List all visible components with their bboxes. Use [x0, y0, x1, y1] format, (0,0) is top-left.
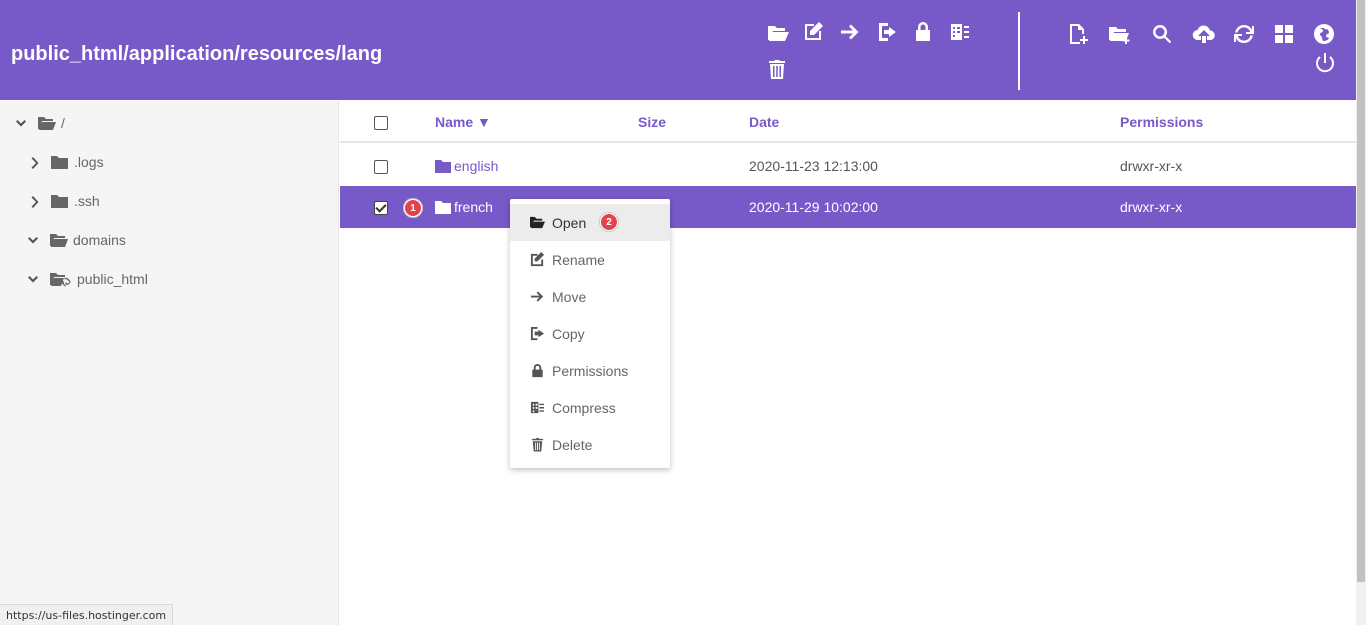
lock-icon[interactable]	[909, 18, 937, 46]
compress-icon[interactable]	[946, 18, 974, 46]
search-icon[interactable]	[1148, 20, 1176, 48]
row-name-label: french	[454, 199, 493, 215]
row-name-label: english	[454, 158, 499, 174]
folder-icon	[50, 153, 70, 171]
chevron-down-icon[interactable]	[15, 117, 27, 129]
grid-icon[interactable]	[1270, 20, 1298, 48]
current-path-title: public_html/application/resources/lang	[11, 43, 383, 65]
file-list: Name ▼ Size Date Permissions english 202…	[340, 101, 1356, 625]
context-menu-label: Rename	[552, 251, 605, 268]
folder-link-icon	[49, 270, 73, 288]
vertical-scrollbar[interactable]	[1356, 0, 1366, 625]
select-all-checkbox[interactable]	[374, 116, 388, 130]
context-menu-label: Open	[552, 214, 587, 231]
scrollbar-thumb[interactable]	[1357, 0, 1365, 582]
trash-icon[interactable]	[763, 55, 791, 83]
tree-item-label: /	[61, 115, 65, 131]
trash-icon	[529, 437, 545, 453]
row-name-cell[interactable]: english	[435, 158, 498, 174]
row-permissions: drwxr-xr-x	[1120, 199, 1183, 215]
tree-item-domains[interactable]: domains	[27, 229, 126, 251]
copy-icon[interactable]	[873, 18, 901, 46]
upload-icon[interactable]	[1190, 20, 1218, 48]
tree-item-label: .logs	[74, 154, 104, 170]
file-manager-app: public_html/application/resources/lang /…	[0, 0, 1366, 625]
table-row[interactable]: english 2020-11-23 12:13:00 drwxr-xr-x	[340, 145, 1356, 187]
folder-open-icon	[529, 215, 545, 231]
chevron-right-icon[interactable]	[28, 156, 40, 169]
context-menu-compress[interactable]: Compress	[510, 389, 670, 426]
tree-item-label: .ssh	[74, 193, 100, 209]
row-date: 2020-11-29 10:02:00	[749, 199, 878, 215]
folder-open-icon	[49, 231, 69, 249]
folder-tree-sidebar: / .logs .ssh domains public_html	[0, 101, 339, 625]
refresh-icon[interactable]	[1230, 20, 1258, 48]
folder-icon	[435, 160, 451, 173]
open-folder-icon[interactable]	[764, 18, 792, 46]
edit-icon	[529, 252, 545, 268]
new-file-icon[interactable]	[1064, 20, 1092, 48]
tree-item-public-html[interactable]: public_html	[27, 268, 148, 290]
row-name-cell[interactable]: french	[435, 199, 493, 215]
tree-item-label: public_html	[77, 271, 148, 287]
column-header-date[interactable]: Date	[749, 114, 779, 130]
toolbar-divider	[1018, 12, 1020, 90]
folder-icon	[435, 201, 451, 214]
row-checkbox[interactable]	[374, 160, 388, 174]
step-badge-2: 2	[600, 213, 618, 231]
tree-item-root[interactable]: /	[15, 112, 65, 134]
row-permissions: drwxr-xr-x	[1120, 158, 1183, 174]
chevron-right-icon[interactable]	[28, 195, 40, 208]
context-menu-label: Copy	[552, 325, 585, 342]
copy-icon	[529, 326, 545, 342]
column-header-permissions[interactable]: Permissions	[1120, 114, 1203, 130]
context-menu-delete[interactable]: Delete	[510, 426, 670, 463]
context-menu: Open 2 Rename Move Copy Permissions Comp…	[510, 199, 670, 468]
power-icon[interactable]	[1311, 49, 1339, 77]
context-menu-rename[interactable]: Rename	[510, 241, 670, 278]
chevron-down-icon[interactable]	[27, 273, 39, 285]
context-menu-move[interactable]: Move	[510, 278, 670, 315]
table-row-selected[interactable]: 1 french 2020-11-29 10:02:00 drwxr-xr-x	[340, 186, 1356, 228]
context-menu-label: Delete	[552, 436, 593, 453]
header-bar: public_html/application/resources/lang	[0, 0, 1356, 100]
status-url-tooltip: https://us-files.hostinger.com	[0, 604, 174, 625]
column-header-name[interactable]: Name ▼	[435, 114, 491, 130]
context-menu-permissions[interactable]: Permissions	[510, 352, 670, 389]
tree-item-logs[interactable]: .logs	[28, 151, 104, 173]
edit-icon[interactable]	[799, 18, 827, 46]
column-header-size[interactable]: Size	[638, 114, 666, 130]
arrow-right-icon	[529, 289, 545, 305]
row-date: 2020-11-23 12:13:00	[749, 158, 878, 174]
folder-icon	[50, 192, 70, 210]
context-menu-label: Permissions	[552, 362, 629, 379]
chevron-down-icon[interactable]	[27, 234, 39, 246]
lock-icon	[529, 363, 545, 379]
table-header: Name ▼ Size Date Permissions	[340, 101, 1356, 143]
context-menu-open[interactable]: Open 2	[510, 204, 670, 241]
row-checkbox-checked[interactable]	[374, 201, 388, 215]
new-folder-icon[interactable]	[1105, 20, 1133, 48]
folder-open-icon	[37, 114, 57, 132]
compress-icon	[529, 400, 545, 416]
tree-item-ssh[interactable]: .ssh	[28, 190, 100, 212]
context-menu-copy[interactable]: Copy	[510, 315, 670, 352]
tree-item-label: domains	[73, 232, 126, 248]
context-menu-label: Move	[552, 288, 587, 305]
step-badge-1: 1	[404, 199, 422, 217]
globe-icon[interactable]	[1310, 20, 1338, 48]
context-menu-label: Compress	[552, 399, 616, 416]
arrow-right-icon[interactable]	[836, 18, 864, 46]
